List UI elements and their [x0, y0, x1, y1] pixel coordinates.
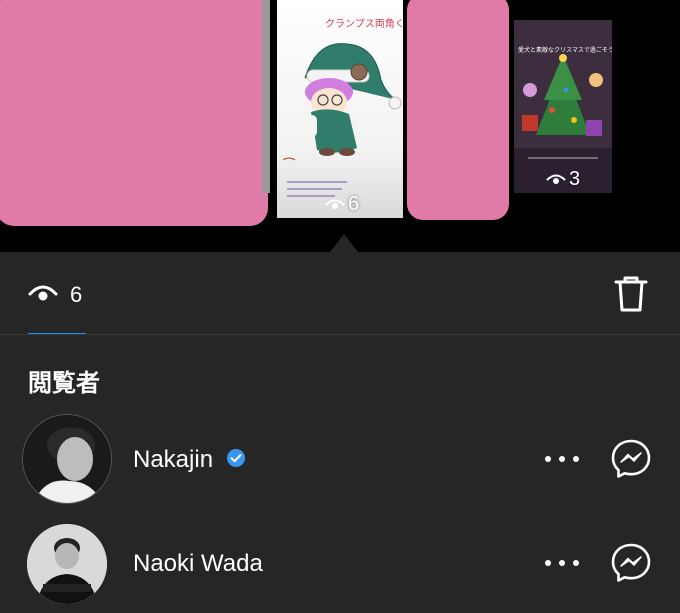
avatar[interactable]: [27, 524, 107, 604]
selected-story-pointer: [330, 234, 358, 252]
trash-icon[interactable]: [612, 274, 650, 314]
eye-icon[interactable]: [28, 283, 58, 305]
story-right-views: 3: [546, 168, 580, 191]
eye-icon: [325, 199, 345, 209]
viewer-row[interactable]: Nakajin: [0, 410, 680, 506]
viewer-name[interactable]: Naoki Wada: [133, 550, 263, 578]
story-thumb-right[interactable]: 愛犬と素敵なクリスマスで過ごそう♪ 3: [514, 20, 612, 193]
story-center-view-count: 6: [348, 193, 360, 215]
viewer-name[interactable]: Nakajin: [133, 446, 213, 474]
more-options-button[interactable]: [545, 557, 579, 569]
story-center-illustration: [282, 43, 402, 197]
section-divider: [0, 334, 680, 335]
story-right-view-count: 3: [569, 168, 581, 190]
viewers-section-title: 閲覧者: [28, 370, 100, 397]
avatar-photo: [23, 415, 111, 503]
avatar[interactable]: [22, 414, 112, 504]
story-strip: クランプス両角くん 6 愛犬と素敵なクリスマスで過ごそう♪: [0, 0, 680, 252]
eye-icon: [546, 174, 566, 184]
views-count: 6: [70, 282, 83, 307]
messenger-icon[interactable]: [610, 438, 652, 480]
more-options-button[interactable]: [545, 453, 579, 465]
verified-badge-icon: [227, 449, 245, 467]
story-center-title: クランプス両角くん: [325, 19, 403, 30]
viewer-row[interactable]: Naoki Wada: [0, 514, 680, 610]
avatar-photo: [27, 524, 107, 604]
redacted-story-left-edge: [0, 180, 245, 225]
story-center-views: 6: [325, 193, 359, 216]
story-right-title: 愛犬と素敵なクリスマスで過ごそう♪: [518, 48, 612, 54]
messenger-icon[interactable]: [610, 542, 652, 584]
story-thumb-left-sliver[interactable]: [262, 0, 270, 193]
story-thumb-center[interactable]: クランプス両角くん 6: [277, 0, 403, 218]
redacted-story-right: [407, 0, 509, 220]
